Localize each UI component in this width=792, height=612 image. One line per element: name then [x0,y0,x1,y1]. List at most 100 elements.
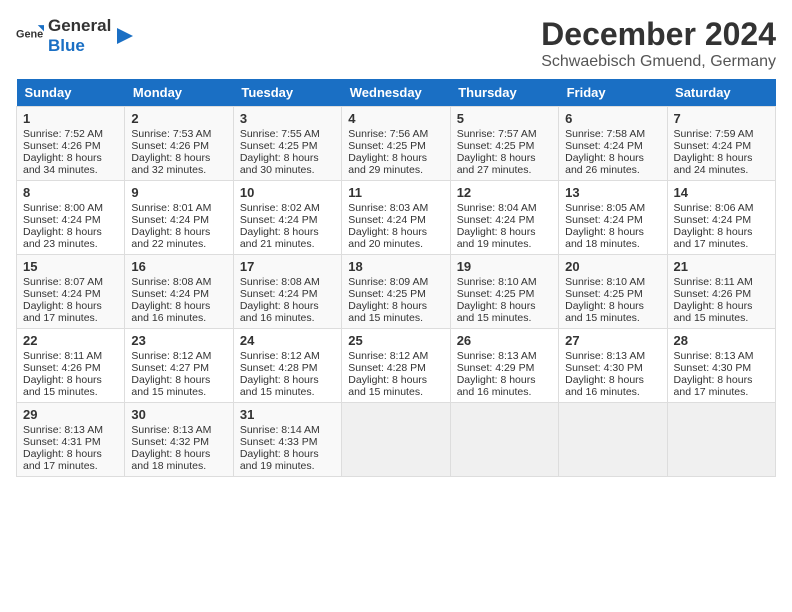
calendar-body: 1 Sunrise: 7:52 AM Sunset: 4:26 PM Dayli… [17,107,776,477]
sunset-label: Sunset: 4:26 PM [674,288,752,300]
sunset-label: Sunset: 4:24 PM [348,214,426,226]
sunrise-label: Sunrise: 8:05 AM [565,202,645,214]
calendar-cell: 7 Sunrise: 7:59 AM Sunset: 4:24 PM Dayli… [667,107,775,181]
day-number: 17 [240,259,335,274]
calendar-cell [559,403,667,477]
calendar-cell: 2 Sunrise: 7:53 AM Sunset: 4:26 PM Dayli… [125,107,233,181]
sunset-label: Sunset: 4:24 PM [674,214,752,226]
sunset-label: Sunset: 4:24 PM [23,288,101,300]
sunset-label: Sunset: 4:24 PM [457,214,535,226]
day-number: 15 [23,259,118,274]
sunrise-label: Sunrise: 8:06 AM [674,202,754,214]
calendar-cell: 31 Sunrise: 8:14 AM Sunset: 4:33 PM Dayl… [233,403,341,477]
sunset-label: Sunset: 4:25 PM [240,140,318,152]
header-cell-thursday: Thursday [450,79,558,107]
day-number: 22 [23,333,118,348]
day-number: 28 [674,333,769,348]
daylight-label: Daylight: 8 hours and 16 minutes. [131,300,210,324]
sunrise-label: Sunrise: 8:14 AM [240,424,320,436]
sunrise-label: Sunrise: 8:01 AM [131,202,211,214]
sunrise-label: Sunrise: 8:00 AM [23,202,103,214]
header-cell-tuesday: Tuesday [233,79,341,107]
calendar-cell: 27 Sunrise: 8:13 AM Sunset: 4:30 PM Dayl… [559,329,667,403]
day-number: 29 [23,407,118,422]
daylight-label: Daylight: 8 hours and 15 minutes. [457,300,536,324]
calendar-week-row: 8 Sunrise: 8:00 AM Sunset: 4:24 PM Dayli… [17,181,776,255]
sunrise-label: Sunrise: 8:04 AM [457,202,537,214]
calendar-cell: 30 Sunrise: 8:13 AM Sunset: 4:32 PM Dayl… [125,403,233,477]
logo-general-text: General [48,16,111,35]
calendar-table: SundayMondayTuesdayWednesdayThursdayFrid… [16,79,776,477]
header-cell-sunday: Sunday [17,79,125,107]
daylight-label: Daylight: 8 hours and 16 minutes. [457,374,536,398]
sunrise-label: Sunrise: 8:07 AM [23,276,103,288]
sunset-label: Sunset: 4:31 PM [23,436,101,448]
day-number: 5 [457,111,552,126]
day-number: 4 [348,111,443,126]
calendar-cell: 16 Sunrise: 8:08 AM Sunset: 4:24 PM Dayl… [125,255,233,329]
sunrise-label: Sunrise: 8:02 AM [240,202,320,214]
sunrise-label: Sunrise: 7:52 AM [23,128,103,140]
sunset-label: Sunset: 4:26 PM [131,140,209,152]
calendar-cell [450,403,558,477]
sunset-label: Sunset: 4:24 PM [131,288,209,300]
sunset-label: Sunset: 4:33 PM [240,436,318,448]
sunrise-label: Sunrise: 8:13 AM [23,424,103,436]
day-number: 1 [23,111,118,126]
header-cell-monday: Monday [125,79,233,107]
sunset-label: Sunset: 4:29 PM [457,362,535,374]
sunset-label: Sunset: 4:28 PM [240,362,318,374]
day-number: 6 [565,111,660,126]
daylight-label: Daylight: 8 hours and 19 minutes. [457,226,536,250]
sunrise-label: Sunrise: 8:08 AM [240,276,320,288]
day-number: 30 [131,407,226,422]
daylight-label: Daylight: 8 hours and 17 minutes. [23,448,102,472]
day-number: 12 [457,185,552,200]
calendar-cell: 8 Sunrise: 8:00 AM Sunset: 4:24 PM Dayli… [17,181,125,255]
sunrise-label: Sunrise: 8:10 AM [565,276,645,288]
daylight-label: Daylight: 8 hours and 19 minutes. [240,448,319,472]
calendar-cell: 26 Sunrise: 8:13 AM Sunset: 4:29 PM Dayl… [450,329,558,403]
sunrise-label: Sunrise: 7:55 AM [240,128,320,140]
daylight-label: Daylight: 8 hours and 15 minutes. [240,374,319,398]
sunrise-label: Sunrise: 8:03 AM [348,202,428,214]
day-number: 16 [131,259,226,274]
calendar-cell: 11 Sunrise: 8:03 AM Sunset: 4:24 PM Dayl… [342,181,450,255]
daylight-label: Daylight: 8 hours and 30 minutes. [240,152,319,176]
header-cell-wednesday: Wednesday [342,79,450,107]
daylight-label: Daylight: 8 hours and 17 minutes. [674,374,753,398]
sunset-label: Sunset: 4:27 PM [131,362,209,374]
sunrise-label: Sunrise: 7:59 AM [674,128,754,140]
daylight-label: Daylight: 8 hours and 16 minutes. [565,374,644,398]
daylight-label: Daylight: 8 hours and 26 minutes. [565,152,644,176]
daylight-label: Daylight: 8 hours and 15 minutes. [674,300,753,324]
daylight-label: Daylight: 8 hours and 20 minutes. [348,226,427,250]
header-cell-saturday: Saturday [667,79,775,107]
calendar-week-row: 22 Sunrise: 8:11 AM Sunset: 4:26 PM Dayl… [17,329,776,403]
calendar-week-row: 29 Sunrise: 8:13 AM Sunset: 4:31 PM Dayl… [17,403,776,477]
daylight-label: Daylight: 8 hours and 18 minutes. [131,448,210,472]
sunset-label: Sunset: 4:24 PM [240,288,318,300]
logo-arrow-icon [115,26,135,46]
calendar-cell: 18 Sunrise: 8:09 AM Sunset: 4:25 PM Dayl… [342,255,450,329]
sunset-label: Sunset: 4:24 PM [131,214,209,226]
calendar-cell: 19 Sunrise: 8:10 AM Sunset: 4:25 PM Dayl… [450,255,558,329]
sunset-label: Sunset: 4:28 PM [348,362,426,374]
sunrise-label: Sunrise: 7:53 AM [131,128,211,140]
sunset-label: Sunset: 4:24 PM [565,140,643,152]
sunrise-label: Sunrise: 8:13 AM [131,424,211,436]
calendar-cell: 21 Sunrise: 8:11 AM Sunset: 4:26 PM Dayl… [667,255,775,329]
title-area: December 2024 Schwaebisch Gmuend, German… [541,16,776,71]
sunrise-label: Sunrise: 8:08 AM [131,276,211,288]
sunset-label: Sunset: 4:30 PM [565,362,643,374]
calendar-cell: 24 Sunrise: 8:12 AM Sunset: 4:28 PM Dayl… [233,329,341,403]
sunrise-label: Sunrise: 8:09 AM [348,276,428,288]
sunrise-label: Sunrise: 8:12 AM [240,350,320,362]
sunrise-label: Sunrise: 7:57 AM [457,128,537,140]
sunset-label: Sunset: 4:24 PM [565,214,643,226]
daylight-label: Daylight: 8 hours and 34 minutes. [23,152,102,176]
header-cell-friday: Friday [559,79,667,107]
day-number: 8 [23,185,118,200]
daylight-label: Daylight: 8 hours and 32 minutes. [131,152,210,176]
day-number: 23 [131,333,226,348]
